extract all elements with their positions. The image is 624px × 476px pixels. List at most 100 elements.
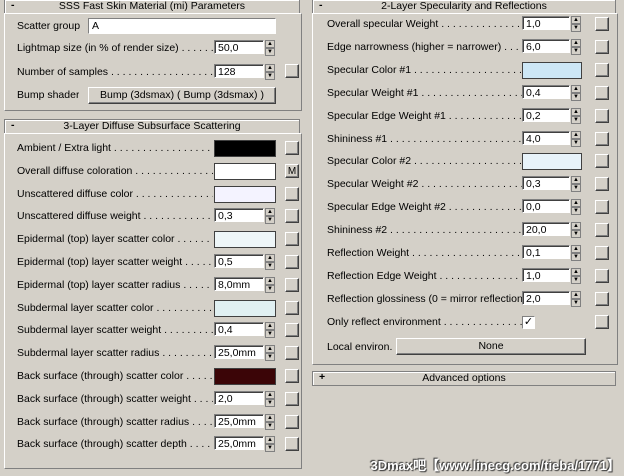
- subdermal-color-color-swatch[interactable]: [214, 299, 276, 317]
- overall-spec-weight-spinner[interactable]: 1,0 ▲ ▼: [522, 16, 582, 32]
- reflection-edge-weight-spinner[interactable]: 1,0 ▲ ▼: [522, 267, 582, 284]
- samples-map-button[interactable]: [285, 64, 299, 78]
- epidermal-color-map-button[interactable]: [285, 232, 299, 247]
- ambient-color-swatch[interactable]: [214, 140, 276, 157]
- spinner-arrows[interactable]: ▲ ▼: [571, 130, 581, 147]
- spinner-arrows[interactable]: ▲ ▼: [571, 107, 581, 124]
- edge-narrowness-value[interactable]: 6,0: [522, 38, 570, 53]
- spec-color-2-color-swatch[interactable]: [522, 153, 582, 171]
- spinner-arrows[interactable]: ▲ ▼: [265, 64, 275, 80]
- shininess-1-value[interactable]: 4,0: [522, 130, 570, 145]
- spec-weight-1-map-button[interactable]: [595, 85, 609, 100]
- epidermal-radius-spinner[interactable]: 8,0mm ▲ ▼: [214, 276, 276, 293]
- spec-edge-weight-2-spinner[interactable]: 0,0 ▲ ▼: [522, 199, 582, 216]
- spec-weight-2-spinner[interactable]: 0,3 ▲ ▼: [522, 176, 582, 193]
- epidermal-color-color-swatch[interactable]: [214, 231, 276, 249]
- edge-narrowness-spinner[interactable]: 6,0 ▲ ▼: [522, 38, 582, 55]
- overall-diffuse-map-button[interactable]: M: [285, 163, 299, 178]
- diffuse-rollout-header[interactable]: - 3-Layer Diffuse Subsurface Scattering: [4, 119, 300, 134]
- subdermal-weight-value[interactable]: 0,4: [214, 322, 264, 337]
- spinner-arrows[interactable]: ▲ ▼: [571, 38, 581, 55]
- reflection-edge-weight-value[interactable]: 1,0: [522, 267, 570, 282]
- spinner-arrows[interactable]: ▲ ▼: [265, 254, 275, 270]
- back-weight-value[interactable]: 2,0: [214, 390, 264, 405]
- shininess-2-value[interactable]: 20,0: [522, 222, 570, 237]
- back-color-map-button[interactable]: [285, 369, 299, 383]
- spinner-arrows[interactable]: ▲ ▼: [571, 267, 581, 284]
- spinner-arrows[interactable]: ▲ ▼: [571, 199, 581, 216]
- back-radius-spinner[interactable]: 25,0mm ▲ ▼: [214, 413, 276, 430]
- spinner-arrows[interactable]: ▲ ▼: [265, 436, 275, 453]
- unscattered-color-color-swatch[interactable]: [214, 185, 276, 203]
- epidermal-radius-map-button[interactable]: [285, 277, 299, 292]
- spec-rollout-header[interactable]: - 2-Layer Specularity and Reflections: [312, 0, 616, 14]
- spinner-arrows[interactable]: ▲ ▼: [265, 322, 275, 339]
- ambient-map-button[interactable]: [285, 141, 299, 155]
- unscattered-weight-map-button[interactable]: [285, 209, 299, 224]
- shininess-2-map-button[interactable]: [595, 223, 609, 238]
- spec-color-2-map-button[interactable]: [595, 154, 609, 169]
- epidermal-weight-spinner[interactable]: 0,5 ▲ ▼: [214, 254, 276, 270]
- spec-edge-weight-1-spinner[interactable]: 0,2 ▲ ▼: [522, 107, 582, 124]
- overall-diffuse-color-swatch[interactable]: [214, 162, 276, 180]
- spinner-arrows[interactable]: ▲ ▼: [265, 40, 275, 56]
- back-radius-value[interactable]: 25,0mm: [214, 413, 264, 428]
- reflection-glossiness-value[interactable]: 2,0: [522, 290, 570, 305]
- samples-spinner[interactable]: 128 ▲ ▼: [214, 64, 276, 80]
- spinner-arrows[interactable]: ▲ ▼: [571, 84, 581, 101]
- lightmap-size-value[interactable]: 50,0: [214, 40, 264, 54]
- epidermal-radius-value[interactable]: 8,0mm: [214, 276, 264, 291]
- subdermal-weight-spinner[interactable]: 0,4 ▲ ▼: [214, 322, 276, 339]
- spec-edge-weight-2-map-button[interactable]: [595, 200, 609, 215]
- spec-weight-2-value[interactable]: 0,3: [522, 176, 570, 191]
- spinner-arrows[interactable]: ▲ ▼: [265, 413, 275, 430]
- shininess-1-map-button[interactable]: [595, 131, 609, 146]
- spinner-arrows[interactable]: ▲ ▼: [571, 245, 581, 261]
- unscattered-weight-value[interactable]: 0,3: [214, 208, 264, 223]
- spec-weight-1-spinner[interactable]: 0,4 ▲ ▼: [522, 84, 582, 101]
- reflection-glossiness-map-button[interactable]: [595, 291, 609, 306]
- back-color-color-swatch[interactable]: [214, 368, 276, 385]
- unscattered-weight-spinner[interactable]: 0,3 ▲ ▼: [214, 208, 276, 225]
- spinner-arrows[interactable]: ▲ ▼: [265, 345, 275, 362]
- bump-shader-button[interactable]: Bump (3dsmax) ( Bump (3dsmax) ): [88, 87, 276, 104]
- spec-weight-1-value[interactable]: 0,4: [522, 84, 570, 99]
- subdermal-radius-map-button[interactable]: [285, 346, 299, 361]
- lightmap-size-spinner[interactable]: 50,0 ▲ ▼: [214, 40, 276, 56]
- back-radius-map-button[interactable]: [285, 414, 299, 429]
- samples-value[interactable]: 128: [214, 64, 264, 78]
- back-depth-map-button[interactable]: [285, 437, 299, 452]
- epidermal-weight-map-button[interactable]: [285, 255, 299, 269]
- unscattered-color-map-button[interactable]: [285, 186, 299, 201]
- spinner-arrows[interactable]: ▲ ▼: [265, 390, 275, 407]
- overall-spec-weight-map-button[interactable]: [595, 17, 609, 31]
- subdermal-weight-map-button[interactable]: [285, 323, 299, 338]
- edge-narrowness-map-button[interactable]: [595, 39, 609, 54]
- subdermal-color-map-button[interactable]: [285, 300, 299, 315]
- back-weight-spinner[interactable]: 2,0 ▲ ▼: [214, 390, 276, 407]
- scatter-group-input[interactable]: A: [88, 18, 276, 34]
- local-environ-button[interactable]: None: [396, 338, 586, 355]
- spec-edge-weight-1-value[interactable]: 0,2: [522, 107, 570, 122]
- shininess-1-spinner[interactable]: 4,0 ▲ ▼: [522, 130, 582, 147]
- spec-weight-2-map-button[interactable]: [595, 177, 609, 192]
- shininess-2-spinner[interactable]: 20,0 ▲ ▼: [522, 222, 582, 239]
- spinner-arrows[interactable]: ▲ ▼: [265, 208, 275, 225]
- subdermal-radius-spinner[interactable]: 25,0mm ▲ ▼: [214, 345, 276, 362]
- only-reflect-env-map-button[interactable]: [595, 314, 609, 329]
- spinner-arrows[interactable]: ▲ ▼: [571, 176, 581, 193]
- sss-rollout-header[interactable]: - SSS Fast Skin Material (mi) Parameters: [4, 0, 300, 14]
- reflection-glossiness-spinner[interactable]: 2,0 ▲ ▼: [522, 290, 582, 307]
- spinner-arrows[interactable]: ▲ ▼: [571, 290, 581, 307]
- subdermal-radius-value[interactable]: 25,0mm: [214, 345, 264, 360]
- spec-color-1-color-swatch[interactable]: [522, 61, 582, 79]
- back-depth-value[interactable]: 25,0mm: [214, 436, 264, 451]
- reflection-weight-map-button[interactable]: [595, 246, 609, 260]
- epidermal-weight-value[interactable]: 0,5: [214, 254, 264, 268]
- back-depth-spinner[interactable]: 25,0mm ▲ ▼: [214, 436, 276, 453]
- reflection-weight-value[interactable]: 0,1: [522, 245, 570, 259]
- spinner-arrows[interactable]: ▲ ▼: [571, 222, 581, 239]
- reflection-edge-weight-map-button[interactable]: [595, 268, 609, 283]
- reflection-weight-spinner[interactable]: 0,1 ▲ ▼: [522, 245, 582, 261]
- spec-edge-weight-1-map-button[interactable]: [595, 108, 609, 123]
